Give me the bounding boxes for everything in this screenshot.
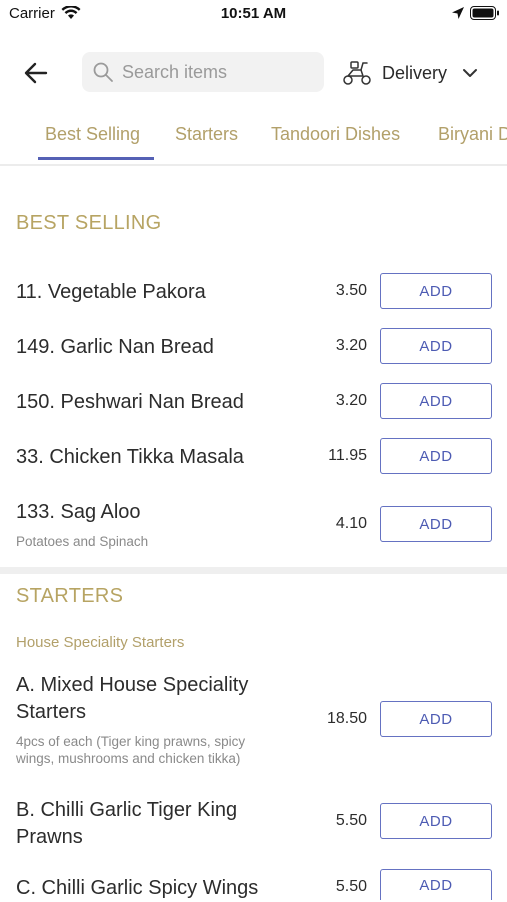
status-bar: Carrier 10:51 AM xyxy=(0,0,507,30)
tab-starters[interactable]: Starters xyxy=(175,124,238,145)
subsection-title: House Speciality Starters xyxy=(16,634,185,651)
clock: 10:51 AM xyxy=(220,5,287,22)
delivery-label: Delivery xyxy=(382,63,448,83)
item-description: Potatoes and Spinach xyxy=(16,534,149,549)
item-name: 150. Peshwari Nan Bread xyxy=(16,391,244,413)
add-button[interactable]: ADD xyxy=(380,328,492,364)
item-name-line-1: A. Mixed House Speciality xyxy=(16,674,249,696)
add-button[interactable]: ADD xyxy=(380,869,492,900)
add-button[interactable]: ADD xyxy=(380,506,492,542)
item-name: C. Chilli Garlic Spicy Wings xyxy=(16,877,259,899)
search-input[interactable] xyxy=(122,52,318,92)
add-button[interactable]: ADD xyxy=(380,701,492,737)
scooter-icon xyxy=(343,61,371,85)
add-button[interactable]: ADD xyxy=(380,438,492,474)
item-price: 5.50 xyxy=(335,812,367,829)
delivery-mode-selector[interactable]: Delivery xyxy=(340,56,490,90)
item-price: 3.50 xyxy=(335,282,367,299)
item-price: 5.50 xyxy=(335,878,367,895)
item-price: 18.50 xyxy=(326,710,367,727)
location-arrow-icon xyxy=(452,7,464,19)
back-arrow-icon[interactable] xyxy=(20,56,54,90)
item-price: 3.20 xyxy=(335,392,367,409)
item-description-line-1: 4pcs of each (Tiger king prawns, spicy xyxy=(16,734,246,749)
tab-best-selling[interactable]: Best Selling xyxy=(45,124,140,145)
item-name-line-2: Prawns xyxy=(16,826,83,848)
item-name-line-2: Starters xyxy=(16,701,87,723)
item-description-line-2: wings, mushrooms and chicken tikka) xyxy=(16,751,241,766)
add-button[interactable]: ADD xyxy=(380,803,492,839)
tab-biryani[interactable]: Biryani D xyxy=(438,124,507,145)
item-price: 4.10 xyxy=(335,515,367,532)
tab-tandoori-dishes[interactable]: Tandoori Dishes xyxy=(271,124,400,145)
item-price: 3.20 xyxy=(335,337,367,354)
section-divider xyxy=(0,567,507,574)
add-button[interactable]: ADD xyxy=(380,383,492,419)
section-title-best-selling: BEST SELLING xyxy=(16,212,162,234)
item-name-line-1: B. Chilli Garlic Tiger King xyxy=(16,799,238,821)
item-name: 133. Sag Aloo xyxy=(16,501,141,523)
item-name: 11. Vegetable Pakora xyxy=(16,281,206,303)
search-icon xyxy=(93,62,113,82)
section-title-starters: STARTERS xyxy=(16,585,124,607)
add-button[interactable]: ADD xyxy=(380,273,492,309)
battery-icon xyxy=(470,6,499,20)
active-tab-indicator xyxy=(38,157,154,160)
item-price: 11.95 xyxy=(328,447,367,464)
category-tabs: Best Selling Starters Tandoori Dishes Bi… xyxy=(0,112,507,166)
item-name: 149. Garlic Nan Bread xyxy=(16,336,214,358)
item-name: 33. Chicken Tikka Masala xyxy=(16,446,244,468)
chevron-down-icon xyxy=(463,69,477,77)
search-box[interactable] xyxy=(82,52,324,92)
